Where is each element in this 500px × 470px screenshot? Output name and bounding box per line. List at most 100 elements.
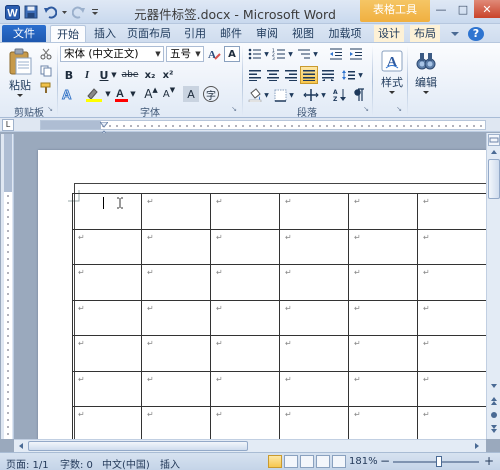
strikethrough-button[interactable]: abe <box>121 67 139 83</box>
language-indicator[interactable]: 中文(中国) <box>102 456 150 470</box>
hanging-indent-marker[interactable] <box>98 126 110 137</box>
table-cell[interactable]: ↵ <box>348 264 418 301</box>
underline-button[interactable]: U <box>98 67 110 83</box>
highlight-dropdown-icon[interactable]: ▼ <box>104 86 112 102</box>
table-cell[interactable]: ↵ <box>417 406 486 439</box>
vertical-ruler[interactable] <box>1 134 14 439</box>
char-shading-button[interactable]: A <box>183 86 199 102</box>
horizontal-scroll-thumb[interactable] <box>28 441 248 451</box>
tab-mailings[interactable]: 邮件 <box>218 25 244 43</box>
table-cell[interactable]: ↵ <box>348 193 418 230</box>
font-name-dropdown-icon[interactable]: ▼ <box>153 47 163 61</box>
scroll-right-arrow[interactable] <box>472 441 482 451</box>
font-color-button[interactable]: A <box>113 86 129 102</box>
table-cell[interactable]: ↵ <box>141 335 211 372</box>
font-launcher-icon[interactable]: ↘ <box>230 105 238 113</box>
close-button[interactable]: ✕ <box>474 0 500 18</box>
tab-references[interactable]: 引用 <box>182 25 208 43</box>
paste-button[interactable]: 粘贴 <box>4 45 36 101</box>
clear-format-button[interactable]: A <box>206 46 222 62</box>
customize-qat-icon[interactable] <box>90 4 100 20</box>
table-cell[interactable]: ↵ <box>279 228 349 265</box>
table-cell[interactable]: ↵ <box>348 370 418 407</box>
zoom-out-button[interactable]: − <box>380 454 390 468</box>
full-screen-reading-view-icon[interactable] <box>284 455 298 468</box>
ruler-toggle-button[interactable] <box>488 134 500 146</box>
table-cell[interactable]: ↵ <box>210 335 280 372</box>
styles-button[interactable]: A 样式 <box>377 46 407 100</box>
font-color-dropdown-icon[interactable]: ▼ <box>129 86 137 102</box>
table-cell[interactable]: ↵ <box>210 299 280 336</box>
vertical-scrollbar[interactable] <box>486 133 500 439</box>
save-icon[interactable] <box>23 4 39 20</box>
table-cell[interactable]: ↵ <box>72 299 142 336</box>
highlight-button[interactable] <box>84 86 104 102</box>
table-cell[interactable] <box>72 193 142 230</box>
table-cell[interactable]: ↵ <box>417 370 486 407</box>
table-cell[interactable]: ↵ <box>141 370 211 407</box>
format-painter-button[interactable] <box>38 81 54 95</box>
tab-table-design[interactable]: 设计 <box>374 25 404 43</box>
table-cell[interactable]: ↵ <box>279 264 349 301</box>
scroll-left-arrow[interactable] <box>16 441 26 451</box>
label-table[interactable]: ↵ ↵ ↵ ↵ ↵ ↵ ↵ ↵ ↵ ↵ ↵ ↵ ↵ ↵ ↵ ↵ ↵ ↵ ↵ ↵ ↵ ↵ ↵ ↵ ↵ ↵ ↵ ↵ ↵ ↵ ↵ ↵ ↵ ↵ ↵ ↵ ↵ ↵ ↵ ↵… <box>72 193 486 439</box>
document-page[interactable]: ↵ ↵ ↵ ↵ ↵ ↵ ↵ ↵ ↵ ↵ ↵ ↵ ↵ ↵ ↵ ↵ ↵ ↵ ↵ ↵ ↵ ↵ ↵ ↵ ↵ ↵ ↵ ↵ ↵ ↵ ↵ ↵ ↵ ↵ ↵ ↵ ↵ ↵ ↵ ↵… <box>38 150 486 439</box>
scroll-up-arrow[interactable] <box>488 147 500 157</box>
align-right-button[interactable] <box>283 67 299 83</box>
numbering-button[interactable]: 123 <box>271 46 287 62</box>
page-count[interactable]: 页面: 1/1 <box>6 456 49 470</box>
ribbon-minimize-icon[interactable] <box>448 25 462 43</box>
zoom-in-button[interactable]: + <box>484 454 494 468</box>
table-cell[interactable]: ↵ <box>72 264 142 301</box>
grow-font-button[interactable]: A ▲ <box>144 86 158 102</box>
table-cell[interactable]: ↵ <box>348 406 418 439</box>
word-logo-icon[interactable]: W <box>4 4 20 20</box>
table-cell[interactable]: ↵ <box>210 370 280 407</box>
distributed-button[interactable] <box>320 67 336 83</box>
tab-table-layout[interactable]: 布局 <box>410 25 440 43</box>
text-effects-button[interactable]: A <box>60 86 78 102</box>
underline-dropdown-icon[interactable]: ▼ <box>110 67 118 83</box>
table-cell[interactable]: ↵ <box>417 335 486 372</box>
char-border-button[interactable]: A <box>224 46 240 62</box>
align-left-button[interactable] <box>247 67 263 83</box>
table-cell[interactable]: ↵ <box>141 193 211 230</box>
draft-view-icon[interactable] <box>332 455 346 468</box>
table-cell[interactable]: ↵ <box>210 264 280 301</box>
decrease-indent-button[interactable] <box>328 46 344 62</box>
enclose-char-button[interactable]: 字 <box>203 86 219 102</box>
clipboard-launcher-icon[interactable]: ↘ <box>46 105 54 113</box>
numbering-dropdown-icon[interactable]: ▼ <box>287 46 294 62</box>
table-cell[interactable]: ↵ <box>348 299 418 336</box>
web-layout-view-icon[interactable] <box>300 455 314 468</box>
insert-mode-indicator[interactable]: 插入 <box>160 456 180 470</box>
table-cell[interactable]: ↵ <box>210 406 280 439</box>
table-cell[interactable]: ↵ <box>279 299 349 336</box>
tab-addins[interactable]: 加载项 <box>326 25 364 43</box>
multilevel-list-button[interactable] <box>296 46 312 62</box>
print-layout-view-icon[interactable] <box>268 455 282 468</box>
tab-insert[interactable]: 插入 <box>92 25 118 43</box>
tab-review[interactable]: 审阅 <box>254 25 280 43</box>
word-count[interactable]: 字数: 0 <box>60 456 93 470</box>
borders-button[interactable] <box>272 87 288 103</box>
table-cell[interactable]: ↵ <box>279 406 349 439</box>
table-cell[interactable]: ↵ <box>210 228 280 265</box>
font-size-dropdown-icon[interactable]: ▼ <box>193 47 203 61</box>
table-cell[interactable]: ↵ <box>279 335 349 372</box>
outline-view-icon[interactable] <box>316 455 330 468</box>
italic-button[interactable]: I <box>80 67 94 83</box>
tab-home[interactable]: 开始 <box>50 25 86 43</box>
zoom-slider-thumb[interactable] <box>436 456 442 467</box>
cut-button[interactable] <box>38 47 54 61</box>
select-browse-object-button[interactable] <box>488 409 500 421</box>
table-cell[interactable]: ↵ <box>348 228 418 265</box>
bullets-button[interactable] <box>247 46 263 62</box>
multilevel-dropdown-icon[interactable]: ▼ <box>312 46 319 62</box>
table-cell[interactable]: ↵ <box>417 264 486 301</box>
previous-page-button[interactable] <box>488 395 500 407</box>
scroll-down-arrow[interactable] <box>488 381 500 391</box>
table-cell[interactable]: ↵ <box>141 228 211 265</box>
maximize-button[interactable]: □ <box>452 0 474 18</box>
bold-button[interactable]: B <box>62 67 76 83</box>
